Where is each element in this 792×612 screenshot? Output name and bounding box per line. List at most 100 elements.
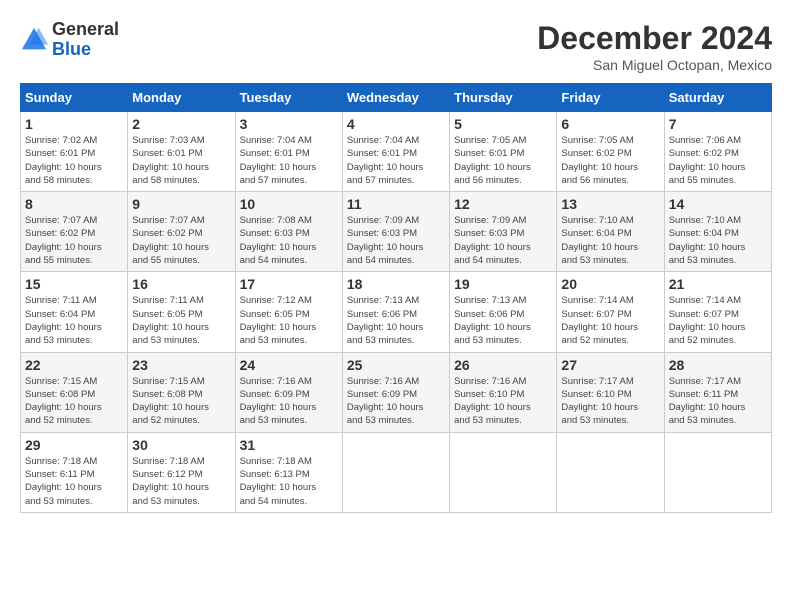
logo-icon (20, 26, 48, 54)
day-info: Sunrise: 7:07 AM Sunset: 6:02 PM Dayligh… (25, 214, 123, 267)
logo-general: General (52, 19, 119, 39)
day-info: Sunrise: 7:05 AM Sunset: 6:02 PM Dayligh… (561, 134, 659, 187)
calendar-cell (342, 432, 449, 512)
calendar-cell: 2Sunrise: 7:03 AM Sunset: 6:01 PM Daylig… (128, 112, 235, 192)
day-info: Sunrise: 7:10 AM Sunset: 6:04 PM Dayligh… (669, 214, 767, 267)
day-number: 12 (454, 196, 552, 212)
calendar-week-row: 29Sunrise: 7:18 AM Sunset: 6:11 PM Dayli… (21, 432, 772, 512)
day-number: 4 (347, 116, 445, 132)
day-number: 26 (454, 357, 552, 373)
day-info: Sunrise: 7:17 AM Sunset: 6:11 PM Dayligh… (669, 375, 767, 428)
header-day-wednesday: Wednesday (342, 84, 449, 112)
day-info: Sunrise: 7:14 AM Sunset: 6:07 PM Dayligh… (561, 294, 659, 347)
calendar-cell: 26Sunrise: 7:16 AM Sunset: 6:10 PM Dayli… (450, 352, 557, 432)
day-info: Sunrise: 7:14 AM Sunset: 6:07 PM Dayligh… (669, 294, 767, 347)
day-number: 14 (669, 196, 767, 212)
day-info: Sunrise: 7:17 AM Sunset: 6:10 PM Dayligh… (561, 375, 659, 428)
calendar-cell: 17 Sunrise: 7:12 AM Sunset: 6:05 PM Dayli… (235, 272, 342, 352)
calendar-cell: 29Sunrise: 7:18 AM Sunset: 6:11 PM Dayli… (21, 432, 128, 512)
day-info: Sunrise: 7:18 AM Sunset: 6:13 PM Dayligh… (240, 455, 338, 508)
day-number: 18 (347, 276, 445, 292)
logo-blue: Blue (52, 39, 91, 59)
calendar-cell: 23Sunrise: 7:15 AM Sunset: 6:08 PM Dayli… (128, 352, 235, 432)
day-number: 24 (240, 357, 338, 373)
calendar-cell: 25 Sunrise: 7:16 AM Sunset: 6:09 PM Dayli… (342, 352, 449, 432)
calendar-cell: 9Sunrise: 7:07 AM Sunset: 6:02 PM Daylig… (128, 192, 235, 272)
calendar-cell: 16 Sunrise: 7:11 AM Sunset: 6:05 PM Dayli… (128, 272, 235, 352)
calendar-cell: 14 Sunrise: 7:10 AM Sunset: 6:04 PM Dayli… (664, 192, 771, 272)
day-info: Sunrise: 7:12 AM Sunset: 6:05 PM Dayligh… (240, 294, 338, 347)
day-info: Sunrise: 7:08 AM Sunset: 6:03 PM Dayligh… (240, 214, 338, 267)
day-number: 13 (561, 196, 659, 212)
header-day-friday: Friday (557, 84, 664, 112)
calendar-cell: 28 Sunrise: 7:17 AM Sunset: 6:11 PM Dayli… (664, 352, 771, 432)
calendar-cell (450, 432, 557, 512)
calendar-cell: 13 Sunrise: 7:10 AM Sunset: 6:04 PM Dayli… (557, 192, 664, 272)
day-info: Sunrise: 7:09 AM Sunset: 6:03 PM Dayligh… (347, 214, 445, 267)
day-number: 3 (240, 116, 338, 132)
calendar-cell: 27 Sunrise: 7:17 AM Sunset: 6:10 PM Dayli… (557, 352, 664, 432)
day-number: 21 (669, 276, 767, 292)
day-info: Sunrise: 7:11 AM Sunset: 6:05 PM Dayligh… (132, 294, 230, 347)
day-number: 29 (25, 437, 123, 453)
header-day-sunday: Sunday (21, 84, 128, 112)
calendar-cell: 5 Sunrise: 7:05 AM Sunset: 6:01 PM Daylig… (450, 112, 557, 192)
header-day-tuesday: Tuesday (235, 84, 342, 112)
header-day-thursday: Thursday (450, 84, 557, 112)
day-info: Sunrise: 7:15 AM Sunset: 6:08 PM Dayligh… (132, 375, 230, 428)
day-info: Sunrise: 7:06 AM Sunset: 6:02 PM Dayligh… (669, 134, 767, 187)
day-info: Sunrise: 7:11 AM Sunset: 6:04 PM Dayligh… (25, 294, 123, 347)
day-number: 8 (25, 196, 123, 212)
day-number: 15 (25, 276, 123, 292)
day-number: 17 (240, 276, 338, 292)
day-info: Sunrise: 7:16 AM Sunset: 6:09 PM Dayligh… (240, 375, 338, 428)
day-info: Sunrise: 7:07 AM Sunset: 6:02 PM Dayligh… (132, 214, 230, 267)
title-block: December 2024 San Miguel Octopan, Mexico (537, 20, 772, 73)
day-number: 20 (561, 276, 659, 292)
day-number: 6 (561, 116, 659, 132)
day-number: 2 (132, 116, 230, 132)
day-number: 11 (347, 196, 445, 212)
day-info: Sunrise: 7:13 AM Sunset: 6:06 PM Dayligh… (347, 294, 445, 347)
calendar-cell: 24 Sunrise: 7:16 AM Sunset: 6:09 PM Dayli… (235, 352, 342, 432)
day-number: 28 (669, 357, 767, 373)
calendar-cell: 21 Sunrise: 7:14 AM Sunset: 6:07 PM Dayli… (664, 272, 771, 352)
calendar-cell (664, 432, 771, 512)
calendar-cell: 6 Sunrise: 7:05 AM Sunset: 6:02 PM Daylig… (557, 112, 664, 192)
day-number: 25 (347, 357, 445, 373)
calendar-cell: 31Sunrise: 7:18 AM Sunset: 6:13 PM Dayli… (235, 432, 342, 512)
logo-text: General Blue (52, 20, 119, 60)
day-info: Sunrise: 7:18 AM Sunset: 6:12 PM Dayligh… (132, 455, 230, 508)
day-number: 10 (240, 196, 338, 212)
day-info: Sunrise: 7:04 AM Sunset: 6:01 PM Dayligh… (347, 134, 445, 187)
calendar-week-row: 8 Sunrise: 7:07 AM Sunset: 6:02 PM Daylig… (21, 192, 772, 272)
calendar-cell: 1Sunrise: 7:02 AM Sunset: 6:01 PM Daylig… (21, 112, 128, 192)
calendar-cell: 4 Sunrise: 7:04 AM Sunset: 6:01 PM Daylig… (342, 112, 449, 192)
day-number: 16 (132, 276, 230, 292)
calendar-table: SundayMondayTuesdayWednesdayThursdayFrid… (20, 83, 772, 513)
day-info: Sunrise: 7:09 AM Sunset: 6:03 PM Dayligh… (454, 214, 552, 267)
day-number: 5 (454, 116, 552, 132)
calendar-cell: 10 Sunrise: 7:08 AM Sunset: 6:03 PM Dayli… (235, 192, 342, 272)
day-number: 27 (561, 357, 659, 373)
calendar-cell: 7Sunrise: 7:06 AM Sunset: 6:02 PM Daylig… (664, 112, 771, 192)
day-info: Sunrise: 7:15 AM Sunset: 6:08 PM Dayligh… (25, 375, 123, 428)
day-number: 30 (132, 437, 230, 453)
day-info: Sunrise: 7:02 AM Sunset: 6:01 PM Dayligh… (25, 134, 123, 187)
calendar-cell: 11 Sunrise: 7:09 AM Sunset: 6:03 PM Dayli… (342, 192, 449, 272)
day-info: Sunrise: 7:05 AM Sunset: 6:01 PM Dayligh… (454, 134, 552, 187)
calendar-cell: 12 Sunrise: 7:09 AM Sunset: 6:03 PM Dayli… (450, 192, 557, 272)
calendar-week-row: 15 Sunrise: 7:11 AM Sunset: 6:04 PM Dayli… (21, 272, 772, 352)
day-info: Sunrise: 7:10 AM Sunset: 6:04 PM Dayligh… (561, 214, 659, 267)
day-info: Sunrise: 7:04 AM Sunset: 6:01 PM Dayligh… (240, 134, 338, 187)
month-title: December 2024 (537, 20, 772, 57)
calendar-cell: 3 Sunrise: 7:04 AM Sunset: 6:01 PM Daylig… (235, 112, 342, 192)
header-day-monday: Monday (128, 84, 235, 112)
calendar-body: 1Sunrise: 7:02 AM Sunset: 6:01 PM Daylig… (21, 112, 772, 513)
logo: General Blue (20, 20, 119, 60)
calendar-cell: 18 Sunrise: 7:13 AM Sunset: 6:06 PM Dayli… (342, 272, 449, 352)
header-row: SundayMondayTuesdayWednesdayThursdayFrid… (21, 84, 772, 112)
calendar-week-row: 22Sunrise: 7:15 AM Sunset: 6:08 PM Dayli… (21, 352, 772, 432)
day-info: Sunrise: 7:16 AM Sunset: 6:09 PM Dayligh… (347, 375, 445, 428)
page-header: General Blue December 2024 San Miguel Oc… (20, 20, 772, 73)
